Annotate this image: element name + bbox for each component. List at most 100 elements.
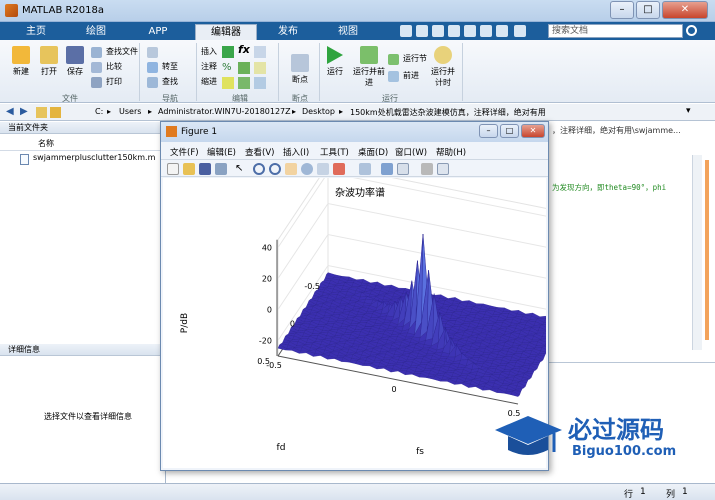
insert-section-icon[interactable] bbox=[222, 46, 234, 58]
divider bbox=[319, 43, 320, 101]
tab-plots[interactable]: 绘图 bbox=[72, 24, 120, 40]
new-figure-icon[interactable] bbox=[167, 163, 179, 175]
figure-minimize-button[interactable]: – bbox=[479, 124, 498, 138]
name-column-header[interactable]: 名称 bbox=[0, 137, 166, 151]
print-figure-icon[interactable] bbox=[215, 163, 227, 175]
path-separator: ▸ bbox=[148, 107, 153, 116]
find-button[interactable]: 查找 bbox=[147, 75, 178, 89]
search-icon[interactable] bbox=[686, 25, 697, 36]
editor-scrollbar[interactable] bbox=[692, 155, 702, 350]
figure-close-button[interactable]: ✕ bbox=[521, 124, 545, 138]
figure-maximize-button[interactable]: □ bbox=[500, 124, 519, 138]
path-segment[interactable]: Desktop bbox=[302, 107, 335, 116]
tab-publish[interactable]: 发布 bbox=[264, 24, 312, 40]
save-icon[interactable] bbox=[400, 25, 412, 37]
menu-tools[interactable]: 工具(T) bbox=[320, 146, 349, 158]
menu-edit[interactable]: 编辑(E) bbox=[207, 146, 236, 158]
menu-window[interactable]: 窗口(W) bbox=[395, 146, 427, 158]
new-button[interactable]: 新建 bbox=[8, 46, 34, 77]
open-button[interactable]: 打开 bbox=[36, 46, 62, 77]
forward-icon[interactable]: ▶ bbox=[20, 106, 28, 117]
path-segment[interactable]: C: bbox=[95, 107, 103, 116]
fx-icon[interactable]: fx bbox=[238, 43, 250, 56]
menu-insert[interactable]: 插入(I) bbox=[283, 146, 309, 158]
link-plot-icon[interactable] bbox=[359, 163, 371, 175]
menu-help[interactable]: 帮助(H) bbox=[436, 146, 466, 158]
menu-file[interactable]: 文件(F) bbox=[170, 146, 199, 158]
run-section-button[interactable]: 运行节 bbox=[388, 52, 427, 66]
indent-decrease-icon[interactable] bbox=[254, 77, 266, 89]
redo-icon[interactable] bbox=[480, 25, 492, 37]
file-item[interactable]: swjammerplusclutter150km.m bbox=[33, 153, 155, 162]
pointer-icon[interactable]: ↖ bbox=[235, 163, 247, 175]
data-cursor-icon[interactable] bbox=[317, 163, 329, 175]
figure-title-bar[interactable]: Figure 1 – □ ✕ bbox=[161, 122, 548, 142]
indent-button[interactable]: 缩进 bbox=[201, 75, 217, 89]
save-button[interactable]: 保存 bbox=[62, 46, 88, 77]
path-segment[interactable]: Administrator.WIN7U-20180127Z bbox=[158, 107, 291, 116]
plot-area[interactable]: 杂波功率谱 -20 0 20 40 -0.5 0 0.5 -0.5 0 0.5 P/dB fd f… bbox=[163, 163, 569, 468]
breakpoints-button[interactable]: 断点 bbox=[284, 54, 316, 85]
tab-apps[interactable]: APP bbox=[134, 24, 182, 40]
run-advance-button[interactable]: 运行并前进 bbox=[352, 46, 386, 88]
find-files-button[interactable]: 查找文件 bbox=[91, 45, 138, 59]
save-figure-icon[interactable] bbox=[199, 163, 211, 175]
surface-chart[interactable]: 杂波功率谱 -2002040-0.500.5-0.500.5 P/dB fd f… bbox=[163, 163, 569, 468]
menu-desktop[interactable]: 桌面(D) bbox=[358, 146, 388, 158]
legend-icon[interactable] bbox=[397, 163, 409, 175]
save-label: 保存 bbox=[67, 67, 83, 76]
address-dropdown-icon[interactable]: ▾ bbox=[686, 106, 691, 116]
layout-icon[interactable] bbox=[496, 25, 508, 37]
show-plot-tools-icon[interactable] bbox=[437, 163, 449, 175]
wrap-icon[interactable] bbox=[254, 62, 266, 74]
rotate-3d-icon[interactable] bbox=[301, 163, 313, 175]
minimize-button[interactable]: – bbox=[610, 1, 634, 19]
path-segment[interactable]: Users bbox=[119, 107, 141, 116]
up-folder-icon[interactable] bbox=[36, 107, 47, 118]
close-button[interactable]: ✕ bbox=[662, 1, 708, 19]
editor-tab-path: ，注释详细，绝对有用\swjamme... bbox=[552, 126, 681, 135]
tab-home[interactable]: 主页 bbox=[12, 24, 60, 40]
insert-button[interactable]: 插入 bbox=[201, 45, 217, 59]
run-button[interactable]: 运行 bbox=[322, 46, 348, 77]
compare-button[interactable]: 比较 bbox=[91, 60, 122, 74]
advance-button[interactable]: 前进 bbox=[388, 69, 419, 83]
y-tick-label: 0 bbox=[290, 320, 295, 329]
browse-folder-icon[interactable] bbox=[50, 107, 61, 118]
matlab-logo-icon bbox=[5, 4, 18, 17]
help-icon[interactable] bbox=[514, 25, 526, 37]
print-button[interactable]: 打印 bbox=[91, 75, 122, 89]
back-icon[interactable]: ◀ bbox=[6, 106, 14, 117]
open-file-icon[interactable] bbox=[183, 163, 195, 175]
edit-group-label: 编辑 bbox=[232, 94, 248, 103]
surface-patch bbox=[382, 284, 392, 288]
percent-icon[interactable]: % bbox=[222, 62, 232, 73]
paste-icon[interactable] bbox=[448, 25, 460, 37]
path-segment[interactable]: 150km处机载雷达杂波建模仿真，注释详细，绝对有用 bbox=[350, 107, 546, 118]
tab-editor[interactable]: 编辑器 bbox=[195, 24, 257, 40]
insert-dropdown-icon[interactable] bbox=[254, 46, 266, 58]
cut-icon[interactable] bbox=[416, 25, 428, 37]
undo-icon[interactable] bbox=[464, 25, 476, 37]
hide-plot-tools-icon[interactable] bbox=[421, 163, 433, 175]
surface-patch bbox=[475, 385, 485, 391]
pan-hand-icon[interactable] bbox=[285, 163, 297, 175]
nav-back-forward[interactable] bbox=[147, 45, 162, 59]
goto-button[interactable]: 转至 bbox=[147, 60, 178, 74]
indent-increase-icon[interactable] bbox=[238, 77, 250, 89]
tab-view[interactable]: 视图 bbox=[324, 24, 372, 40]
comment-button[interactable]: 注释 bbox=[201, 60, 217, 74]
run-time-button[interactable]: 运行并计时 bbox=[428, 46, 458, 88]
brush-icon[interactable] bbox=[333, 163, 345, 175]
figure-icon bbox=[166, 126, 177, 137]
maximize-button[interactable]: □ bbox=[636, 1, 660, 19]
zoom-out-icon[interactable] bbox=[269, 163, 281, 175]
row-label: 行 bbox=[624, 490, 634, 500]
zoom-in-icon[interactable] bbox=[253, 163, 265, 175]
search-input[interactable]: 搜索文档 bbox=[548, 24, 683, 38]
menu-view[interactable]: 查看(V) bbox=[245, 146, 274, 158]
indent-smart-icon[interactable] bbox=[222, 77, 234, 89]
comment-toggle-icon[interactable] bbox=[238, 62, 250, 74]
colorbar-icon[interactable] bbox=[381, 163, 393, 175]
copy-icon[interactable] bbox=[432, 25, 444, 37]
